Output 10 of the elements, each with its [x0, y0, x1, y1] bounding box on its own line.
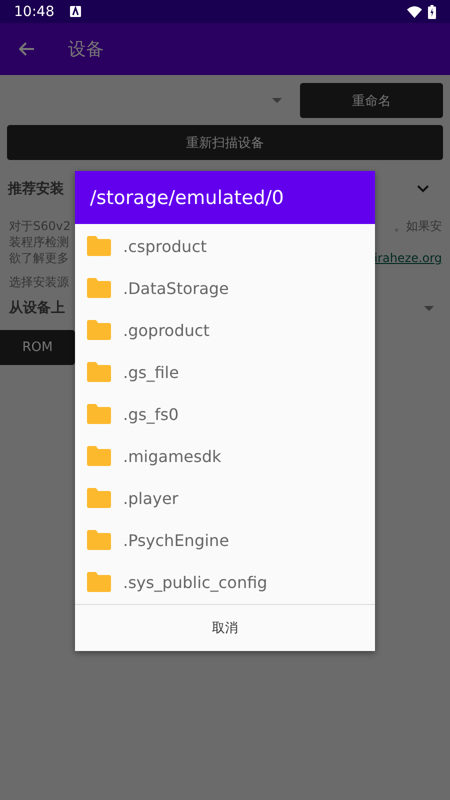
- dialog-title: /storage/emulated/0: [90, 186, 284, 208]
- description-text: 对于S60v2: [9, 218, 71, 234]
- description-text: 装程序检测: [9, 234, 69, 250]
- section-title: 推荐安装: [8, 180, 64, 198]
- app-title: 设备: [68, 38, 104, 61]
- source-label: 选择安装源: [8, 274, 69, 291]
- description-text: 。如果安: [394, 218, 442, 234]
- description-text: 欲了解更多: [9, 250, 69, 266]
- status-time: 10:48: [14, 4, 54, 20]
- source-value: 从设备上: [9, 299, 65, 317]
